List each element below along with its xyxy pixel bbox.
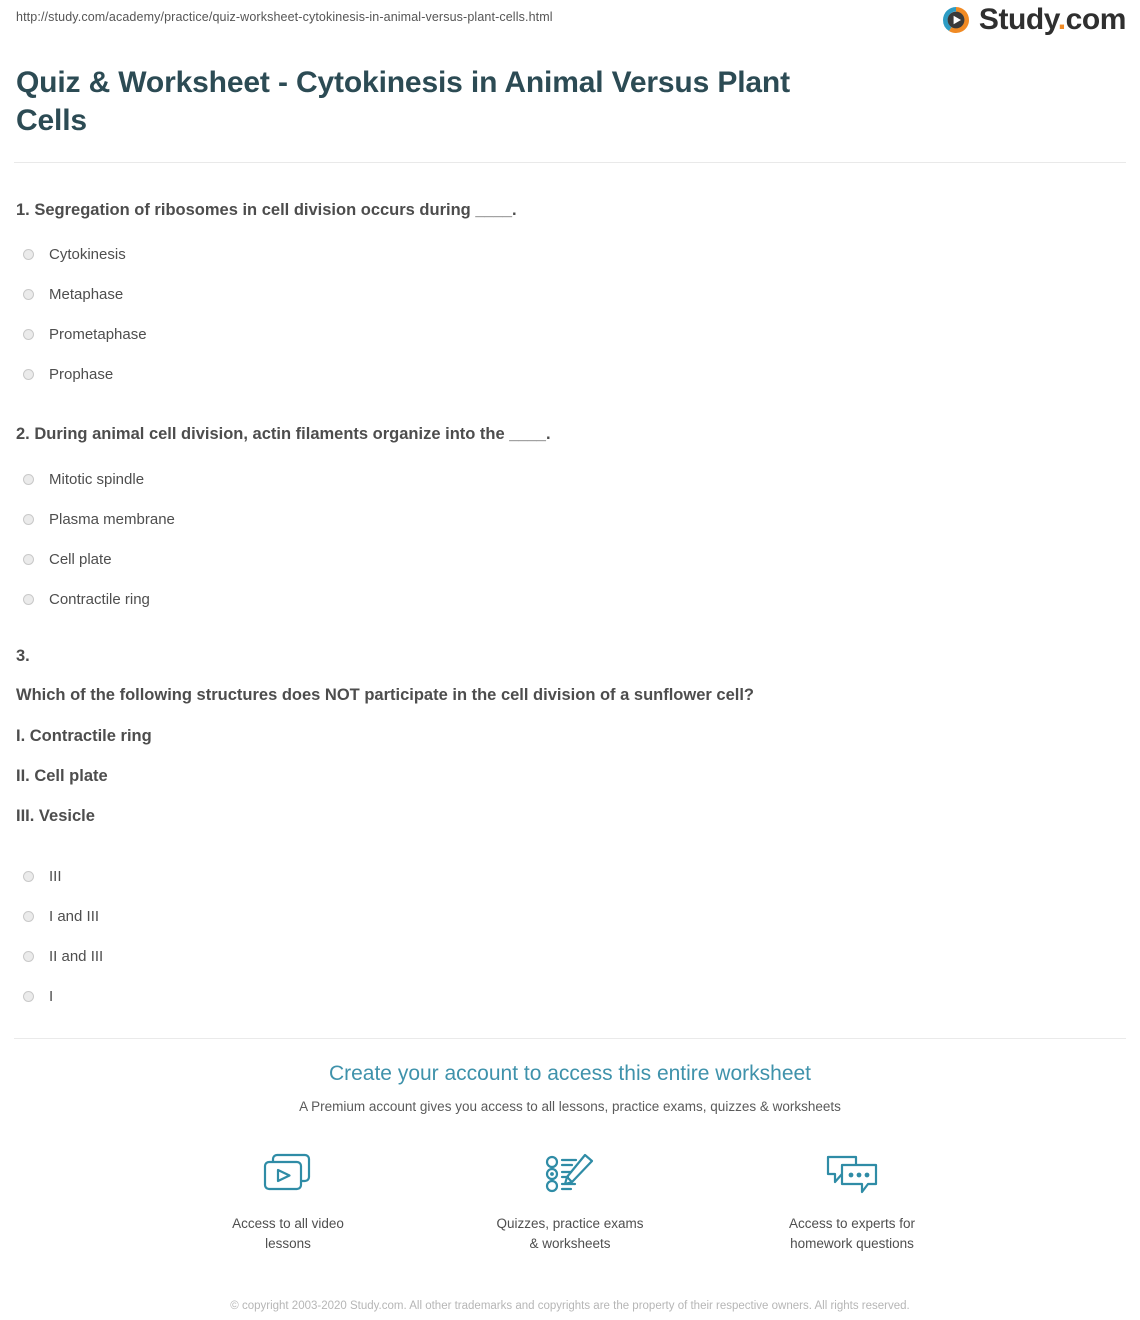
question-1-prompt: 1. Segregation of ribosomes in cell divi… [16, 200, 517, 219]
worksheet-page: http://study.com/academy/practice/quiz-w… [0, 0, 1140, 1320]
option-label: Contractile ring [49, 590, 150, 608]
video-lessons-icon [213, 1146, 363, 1202]
question-3-number: 3. [16, 647, 30, 666]
copyright-text: © copyright 2003-2020 Study.com. All oth… [230, 1300, 910, 1313]
cta-title[interactable]: Create your account to access this entir… [14, 1061, 1126, 1086]
chat-bubbles-icon [777, 1146, 927, 1202]
radio-button-icon[interactable] [23, 910, 34, 922]
question-3-roman-3: III. Vesicle [16, 807, 95, 826]
option-label: II and III [49, 947, 104, 965]
create-account-cta: Create your account to access this entir… [14, 1039, 1126, 1316]
logo-wordmark: Study.com [978, 3, 1127, 36]
radio-button-icon[interactable] [23, 369, 34, 381]
question-3-prompt: Which of the following structures does N… [16, 686, 755, 705]
feature-label: Access to all video lessons [232, 1215, 344, 1251]
question-2: 2. During animal cell division, actin fi… [14, 423, 1126, 619]
option-label: Prophase [49, 366, 114, 384]
page-url: http://study.com/academy/practice/quiz-w… [16, 10, 553, 24]
logo-suffix: com [1065, 3, 1127, 36]
page-title: Quiz & Worksheet - Cytokinesis in Animal… [16, 66, 790, 137]
question-2-options: Mitotic spindle Plasma membrane Cell pla… [14, 459, 1126, 619]
logo-dot: . [1057, 3, 1066, 36]
option-label: I and III [49, 907, 100, 925]
option-row[interactable]: Cell plate [14, 539, 1126, 579]
radio-button-icon[interactable] [23, 513, 34, 525]
radio-button-icon[interactable] [23, 289, 34, 301]
play-circle-icon [942, 7, 969, 34]
option-row[interactable]: Mitotic spindle [14, 459, 1126, 499]
question-3-roman-1: I. Contractile ring [16, 727, 152, 746]
questions-list: 1. Segregation of ribosomes in cell divi… [14, 163, 1126, 1017]
feature-experts: Access to experts for homework questions [777, 1146, 927, 1255]
radio-button-icon[interactable] [23, 950, 34, 962]
question-1-options: Cytokinesis Metaphase Prometaphase Proph… [14, 235, 1126, 395]
feature-list: Access to all video lessons Quizzes, pra… [14, 1146, 1126, 1255]
radio-button-icon[interactable] [23, 870, 34, 882]
option-row[interactable]: Plasma membrane [14, 499, 1126, 539]
option-label: Cell plate [49, 550, 112, 568]
question-3: 3. Which of the following structures doe… [14, 647, 1126, 1016]
question-3-roman-2: II. Cell plate [16, 767, 108, 786]
option-row[interactable]: Contractile ring [14, 579, 1126, 619]
option-row[interactable]: Metaphase [14, 275, 1126, 315]
option-label: Prometaphase [49, 326, 147, 344]
option-row[interactable]: I and III [14, 896, 1126, 936]
radio-button-icon[interactable] [23, 329, 34, 341]
option-row[interactable]: Prometaphase [14, 315, 1126, 355]
study-com-logo[interactable]: Study.com [940, 4, 1126, 36]
radio-button-icon[interactable] [23, 990, 34, 1002]
feature-video-lessons: Access to all video lessons [213, 1146, 363, 1255]
radio-button-icon[interactable] [23, 593, 34, 605]
option-label: I [49, 987, 54, 1005]
question-2-prompt: 2. During animal cell division, actin fi… [16, 424, 551, 443]
option-label: III [49, 867, 62, 885]
option-label: Cytokinesis [49, 246, 126, 264]
quiz-checklist-pencil-icon [495, 1146, 645, 1202]
feature-label: Quizzes, practice exams & worksheets [496, 1215, 644, 1251]
feature-label: Access to experts for homework questions [788, 1215, 916, 1251]
cta-subtitle: A Premium account gives you access to al… [299, 1098, 841, 1114]
option-row[interactable]: I [14, 976, 1126, 1016]
option-row[interactable]: III [14, 856, 1126, 896]
radio-button-icon[interactable] [23, 249, 34, 261]
question-1: 1. Segregation of ribosomes in cell divi… [14, 199, 1126, 395]
radio-button-icon[interactable] [23, 553, 34, 565]
option-label: Mitotic spindle [49, 470, 145, 488]
question-3-options: III I and III II and III I [14, 856, 1126, 1016]
option-row[interactable]: Cytokinesis [14, 235, 1126, 275]
radio-button-icon[interactable] [23, 473, 34, 485]
feature-quizzes: Quizzes, practice exams & worksheets [495, 1146, 645, 1255]
option-row[interactable]: II and III [14, 936, 1126, 976]
option-row[interactable]: Prophase [14, 355, 1126, 395]
option-label: Plasma membrane [49, 510, 175, 528]
option-label: Metaphase [49, 286, 124, 304]
page-header: http://study.com/academy/practice/quiz-w… [14, 0, 1126, 56]
logo-text: Study [978, 3, 1058, 36]
